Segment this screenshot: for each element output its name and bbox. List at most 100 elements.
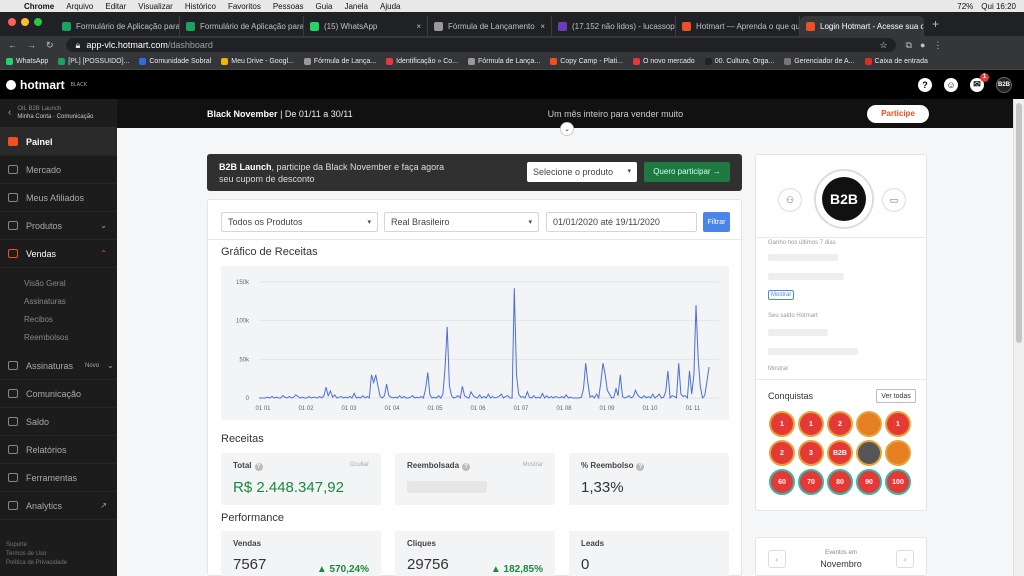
browser-tab[interactable]: Formulário de Aplicação para l× bbox=[180, 16, 304, 36]
bookmark-item[interactable]: Copy Camp - Plati... bbox=[550, 58, 623, 65]
user-avatar[interactable]: B2B bbox=[996, 76, 1012, 93]
new-tab-icon[interactable]: + bbox=[932, 17, 939, 31]
banner-collapse-chevron-icon[interactable]: ⌄ bbox=[560, 122, 574, 136]
participe-button[interactable]: Participe bbox=[867, 104, 929, 123]
sidebar-item-meus-afiliados[interactable]: Meus Afiliados bbox=[0, 184, 117, 212]
next-month-icon[interactable]: › bbox=[896, 550, 914, 568]
help-icon[interactable]: ? bbox=[636, 463, 645, 471]
browser-tab[interactable]: Hotmart — Aprenda o que qui× bbox=[676, 16, 800, 36]
forward-icon[interactable]: → bbox=[27, 40, 36, 51]
browser-tab[interactable]: (15) WhatsApp × bbox=[304, 16, 428, 36]
sidebar-item-vendas[interactable]: Vendas ⌃ bbox=[0, 240, 117, 268]
affiliates-icon[interactable]: ⚇ bbox=[778, 188, 802, 212]
currency-filter[interactable]: Real Brasileiro ▾ bbox=[384, 212, 539, 232]
mac-menu-2[interactable]: Editar bbox=[105, 2, 126, 11]
product-filter[interactable]: Todos os Produtos ▾ bbox=[221, 212, 378, 232]
bookmark-item[interactable]: Caixa de entrada bbox=[864, 58, 928, 65]
quero-participar-button[interactable]: Quero participar → bbox=[644, 162, 730, 182]
achievement-medal-icon[interactable]: B2B bbox=[827, 440, 853, 466]
achievement-medal-icon[interactable]: 3 bbox=[798, 440, 824, 466]
notifications-icon[interactable]: ✉ 1 bbox=[970, 72, 989, 92]
bookmark-item[interactable]: Identificação » Co... bbox=[386, 58, 458, 65]
sidebar-item-saldo[interactable]: Saldo bbox=[0, 408, 117, 436]
browser-tab[interactable]: Login Hotmart - Acesse sua c× bbox=[800, 16, 924, 36]
bookmark-item[interactable]: Meu Drive - Googl... bbox=[221, 58, 294, 65]
bookmark-item[interactable]: Gerenciador de A... bbox=[784, 58, 855, 65]
achievement-medal-icon[interactable]: 2 bbox=[827, 411, 853, 437]
scrollbar-thumb[interactable] bbox=[1016, 103, 1022, 343]
product-select[interactable]: Selecione o produto ▾ bbox=[527, 162, 637, 182]
footer-link[interactable]: Política de Privacidade bbox=[6, 559, 67, 568]
tab-close-icon[interactable]: × bbox=[416, 22, 421, 31]
filtrar-button[interactable]: Filtrar bbox=[703, 212, 730, 232]
achievement-medal-icon[interactable]: 2 bbox=[769, 440, 795, 466]
profile-icon[interactable]: ● bbox=[920, 40, 925, 50]
date-range-input[interactable]: 01/01/2020 até 19/11/2020 bbox=[546, 212, 697, 232]
browser-tab[interactable]: Fórmula de Lançamento × bbox=[428, 16, 552, 36]
mac-menu-0[interactable]: Chrome bbox=[24, 2, 54, 11]
scrollbar[interactable] bbox=[1013, 99, 1024, 576]
sidebar-item-assinaturas[interactable]: Assinaturas Novo ⌄ bbox=[0, 352, 117, 380]
bookmark-item[interactable]: WhatsApp bbox=[6, 58, 48, 65]
achievement-medal-icon[interactable]: 70 bbox=[798, 469, 824, 495]
achievement-medal-icon[interactable]: 90 bbox=[856, 469, 882, 495]
help-icon[interactable]: ? bbox=[254, 463, 263, 471]
tab-close-icon[interactable]: × bbox=[540, 22, 545, 31]
achievement-medal-icon[interactable]: 1 bbox=[885, 411, 911, 437]
sidebar-item-produtos[interactable]: Produtos ⌄ bbox=[0, 212, 117, 240]
mac-menu-4[interactable]: Histórico bbox=[185, 2, 216, 11]
sidebar-item-ferramentas[interactable]: Ferramentas bbox=[0, 464, 117, 492]
minimize-window-icon[interactable] bbox=[21, 18, 29, 26]
sidebar-item-relat-rios[interactable]: Relatórios bbox=[0, 436, 117, 464]
bookmark-item[interactable]: Fórmula de Lança... bbox=[303, 58, 376, 65]
sidebar-item-analytics[interactable]: Analytics ↗ bbox=[0, 492, 117, 520]
mac-menu-7[interactable]: Guia bbox=[316, 2, 333, 11]
mac-menu-5[interactable]: Favoritos bbox=[228, 2, 261, 11]
sidebar-subitem[interactable]: Reembolsos bbox=[0, 328, 117, 346]
address-bar[interactable]: 🔒︎ app-vlc.hotmart.com/dashboard ☆ bbox=[65, 38, 896, 52]
mostrar-ganho-button[interactable]: Mostrar bbox=[768, 290, 795, 300]
ver-todas-button[interactable]: Ver todas bbox=[876, 389, 916, 403]
toggle-visibility-link[interactable]: Mostrar bbox=[523, 462, 543, 468]
bookmark-item[interactable]: Comunidade Sobral bbox=[139, 58, 211, 65]
back-chevron-icon[interactable]: ‹ bbox=[8, 108, 11, 118]
achievement-medal-icon[interactable] bbox=[856, 411, 882, 437]
bookmark-item[interactable]: 00. Cultura, Orga... bbox=[704, 58, 774, 65]
achievement-medal-icon[interactable]: 100 bbox=[885, 469, 911, 495]
sidebar-item-painel[interactable]: Painel bbox=[0, 128, 117, 156]
reload-icon[interactable]: ↻ bbox=[46, 40, 54, 51]
mac-menu-1[interactable]: Arquivo bbox=[66, 2, 93, 11]
mostrar-saldo-button[interactable]: Mostrar bbox=[768, 366, 788, 372]
bookmark-item[interactable]: Fórmula de Lança... bbox=[468, 58, 540, 65]
sidebar-subitem[interactable]: Recibos bbox=[0, 310, 117, 328]
bookmark-item[interactable]: [PL] [POSSUIDO]... bbox=[58, 58, 129, 65]
bookmark-star-icon[interactable]: ☆ bbox=[879, 40, 887, 51]
menu-icon[interactable]: ⋮ bbox=[933, 40, 942, 51]
mac-menu-3[interactable]: Visualizar bbox=[138, 2, 173, 11]
help-icon[interactable]: ? bbox=[918, 77, 932, 92]
footer-link[interactable]: Suporte bbox=[6, 541, 67, 550]
achievement-medal-icon[interactable] bbox=[885, 440, 911, 466]
sidebar-subitem[interactable]: Assinaturas bbox=[0, 292, 117, 310]
sidebar-subitem[interactable]: Visão Geral bbox=[0, 274, 117, 292]
close-window-icon[interactable] bbox=[8, 18, 16, 26]
mac-menu-6[interactable]: Pessoas bbox=[273, 2, 304, 11]
toggle-visibility-link[interactable]: Ocultar bbox=[350, 462, 369, 468]
browser-tab[interactable]: Formulário de Aplicação para l× bbox=[56, 16, 180, 36]
achievement-medal-icon[interactable]: 80 bbox=[827, 469, 853, 495]
zoom-window-icon[interactable] bbox=[34, 18, 42, 26]
back-icon[interactable]: ← bbox=[8, 40, 17, 51]
achievement-medal-icon[interactable]: 60 bbox=[769, 469, 795, 495]
achievement-medal-icon[interactable]: 1 bbox=[798, 411, 824, 437]
hotmart-logo[interactable]: hotmart BLACK bbox=[6, 78, 87, 92]
account-breadcrumb[interactable]: ‹ OIL B2B Launch Minha Conta · Comunicaç… bbox=[0, 99, 117, 128]
support-icon[interactable]: ☺ bbox=[944, 77, 958, 92]
mac-menu-8[interactable]: Janela bbox=[344, 2, 368, 11]
footer-link[interactable]: Termos de Uso bbox=[6, 550, 67, 559]
sidebar-item-comunica-o[interactable]: Comunicação bbox=[0, 380, 117, 408]
chat-icon[interactable]: ▭ bbox=[882, 188, 906, 212]
sidebar-item-mercado[interactable]: Mercado bbox=[0, 156, 117, 184]
mac-menu-9[interactable]: Ajuda bbox=[380, 2, 400, 11]
browser-tab[interactable]: (17.152 não lidos) - lucassopp× bbox=[552, 16, 676, 36]
help-icon[interactable]: ? bbox=[462, 463, 471, 471]
